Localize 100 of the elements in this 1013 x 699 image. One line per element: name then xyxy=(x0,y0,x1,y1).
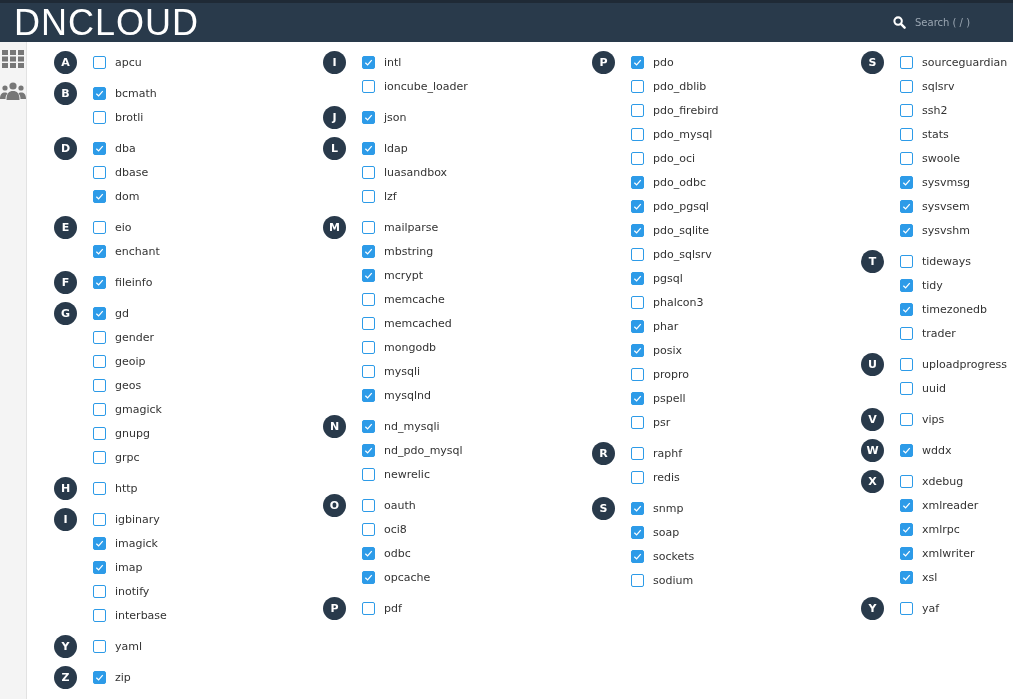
checkbox[interactable] xyxy=(900,443,913,457)
checkbox[interactable] xyxy=(362,443,375,457)
extension-label: wddx xyxy=(922,443,952,457)
checkbox[interactable] xyxy=(93,165,106,179)
checkbox[interactable] xyxy=(631,367,644,381)
checkbox[interactable] xyxy=(93,402,106,416)
checkbox[interactable] xyxy=(900,199,913,213)
checkbox[interactable] xyxy=(631,175,644,189)
checkbox[interactable] xyxy=(631,573,644,587)
checkbox[interactable] xyxy=(631,295,644,309)
checkbox[interactable] xyxy=(900,326,913,340)
checkbox[interactable] xyxy=(900,223,913,237)
checkbox[interactable] xyxy=(93,110,106,124)
checkbox[interactable] xyxy=(900,381,913,395)
checkbox[interactable] xyxy=(362,498,375,512)
checkbox[interactable] xyxy=(900,254,913,268)
checkbox[interactable] xyxy=(362,570,375,584)
checkbox[interactable] xyxy=(93,330,106,344)
checkbox[interactable] xyxy=(900,79,913,93)
checkbox[interactable] xyxy=(362,364,375,378)
checkbox[interactable] xyxy=(362,244,375,258)
checkbox[interactable] xyxy=(631,199,644,213)
checkbox[interactable] xyxy=(631,470,644,484)
users-icon[interactable] xyxy=(0,82,26,100)
checkbox[interactable] xyxy=(900,546,913,560)
checkbox[interactable] xyxy=(631,446,644,460)
checkbox[interactable] xyxy=(900,103,913,117)
extension-label: imagick xyxy=(115,536,158,550)
checkbox[interactable] xyxy=(631,343,644,357)
checkbox[interactable] xyxy=(93,244,106,258)
checkbox[interactable] xyxy=(631,391,644,405)
checkbox[interactable] xyxy=(631,79,644,93)
checkbox[interactable] xyxy=(93,536,106,550)
extension-label: xmlwriter xyxy=(922,546,975,560)
checkbox[interactable] xyxy=(362,141,375,155)
checkbox[interactable] xyxy=(362,388,375,402)
checkbox[interactable] xyxy=(93,189,106,203)
checkbox[interactable] xyxy=(362,340,375,354)
checkbox[interactable] xyxy=(362,419,375,433)
checkbox[interactable] xyxy=(362,110,375,124)
checkbox[interactable] xyxy=(631,415,644,429)
extension-label: mongodb xyxy=(384,340,437,354)
checkbox[interactable] xyxy=(93,481,106,495)
checkbox[interactable] xyxy=(631,271,644,285)
checkbox[interactable] xyxy=(631,501,644,515)
checkbox[interactable] xyxy=(362,467,375,481)
checkbox[interactable] xyxy=(631,247,644,261)
checkbox[interactable] xyxy=(900,498,913,512)
checkbox[interactable] xyxy=(900,278,913,292)
checkbox[interactable] xyxy=(93,306,106,320)
checkbox[interactable] xyxy=(93,584,106,598)
checkbox[interactable] xyxy=(900,412,913,426)
checkbox[interactable] xyxy=(362,55,375,69)
checkbox[interactable] xyxy=(93,608,106,622)
checkbox[interactable] xyxy=(93,220,106,234)
checkbox[interactable] xyxy=(362,268,375,282)
checkbox[interactable] xyxy=(900,601,913,615)
extension-label: phar xyxy=(653,319,679,333)
checkbox[interactable] xyxy=(362,292,375,306)
checkbox[interactable] xyxy=(362,522,375,536)
checkbox[interactable] xyxy=(362,316,375,330)
checkbox[interactable] xyxy=(93,378,106,392)
checkbox[interactable] xyxy=(362,79,375,93)
checkbox[interactable] xyxy=(93,512,106,526)
checkbox[interactable] xyxy=(900,127,913,141)
checkbox[interactable] xyxy=(631,525,644,539)
checkbox[interactable] xyxy=(93,426,106,440)
grid-icon[interactable] xyxy=(2,50,24,68)
checkbox[interactable] xyxy=(631,127,644,141)
checkbox[interactable] xyxy=(93,86,106,100)
checkbox[interactable] xyxy=(362,601,375,615)
checkbox[interactable] xyxy=(631,103,644,117)
checkbox[interactable] xyxy=(900,55,913,69)
checkbox[interactable] xyxy=(93,639,106,653)
checkbox[interactable] xyxy=(900,522,913,536)
checkbox[interactable] xyxy=(631,151,644,165)
checkbox[interactable] xyxy=(631,223,644,237)
checkbox[interactable] xyxy=(362,165,375,179)
checkbox[interactable] xyxy=(900,302,913,316)
checkbox[interactable] xyxy=(362,220,375,234)
checkbox[interactable] xyxy=(93,275,106,289)
checkbox[interactable] xyxy=(900,151,913,165)
checkbox[interactable] xyxy=(362,189,375,203)
checkbox[interactable] xyxy=(631,55,644,69)
checkbox[interactable] xyxy=(93,141,106,155)
checkbox[interactable] xyxy=(631,319,644,333)
search-field[interactable]: Search ( / ) xyxy=(913,16,995,29)
checkbox[interactable] xyxy=(93,450,106,464)
extension-label: nd_pdo_mysql xyxy=(384,443,463,457)
checkbox[interactable] xyxy=(900,474,913,488)
checkbox[interactable] xyxy=(362,546,375,560)
checkbox[interactable] xyxy=(900,357,913,371)
checkbox[interactable] xyxy=(93,560,106,574)
extension-label: newrelic xyxy=(384,467,430,481)
checkbox[interactable] xyxy=(93,55,106,69)
checkbox[interactable] xyxy=(93,354,106,368)
checkbox[interactable] xyxy=(900,175,913,189)
checkbox[interactable] xyxy=(93,670,106,684)
checkbox[interactable] xyxy=(900,570,913,584)
checkbox[interactable] xyxy=(631,549,644,563)
